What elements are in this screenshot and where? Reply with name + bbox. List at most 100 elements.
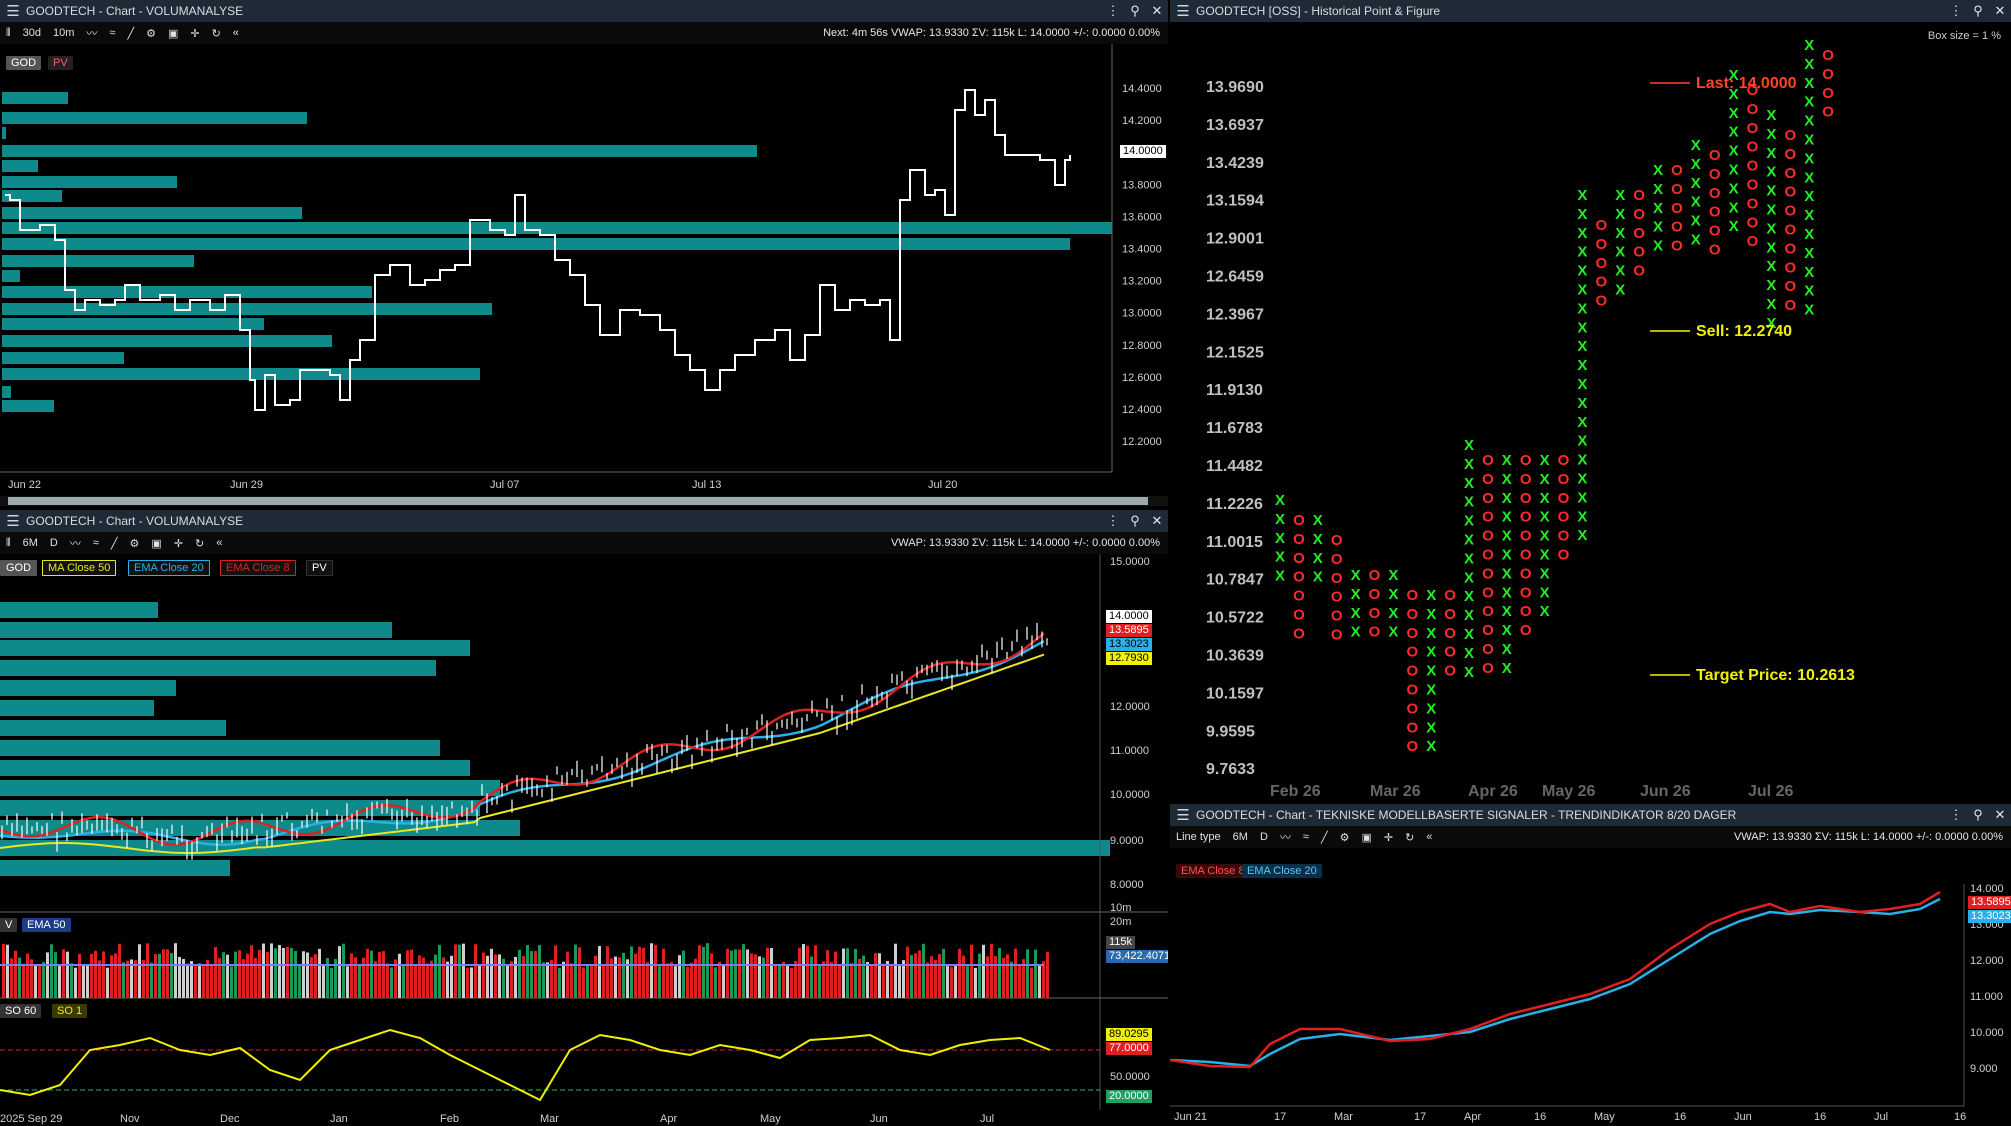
pf-x-mark: X [1729,105,1739,122]
volume-bar [794,961,797,998]
volume-bar [218,957,221,998]
volume-bar [74,967,77,998]
pf-x-mark: X [1766,202,1776,219]
volume-bar [282,948,285,998]
volume-bar [466,967,469,998]
volume-bar [82,965,85,998]
volume-bar [666,963,669,998]
volume-ema-tag[interactable]: EMA 50 [22,918,71,932]
volume-profile-bar [2,255,194,267]
pf-x-mark: X [1615,244,1625,261]
pf-x-mark: X [1804,226,1814,243]
volume-bar [714,967,717,998]
volume-bar [918,950,921,998]
volume-bar [230,966,233,998]
time-tick-label: Jul [1874,1111,1888,1123]
volume-bar [274,948,277,998]
volume-bar [898,964,901,998]
time-tick-label: May [1594,1111,1615,1123]
volume-bar [22,963,25,998]
pf-price-label: 11.0015 [1206,534,1263,551]
volume-bar [498,954,501,998]
trend-indicator-chart[interactable]: 14.00013.00012.00011.00010.0009.000Jun 2… [1170,804,2011,1126]
volume-bar [878,953,881,998]
pf-x-mark: X [1766,239,1776,256]
pf-x-mark: X [1804,169,1814,186]
volume-bar [830,962,833,998]
volume-bar [646,962,649,998]
volume-tag[interactable]: V [0,918,18,932]
pf-o-mark: O [1784,165,1796,182]
pf-o-mark: O [1406,644,1418,661]
ema20-line [1170,897,1941,1068]
pf-x-mark: X [1766,107,1776,124]
pf-o-mark: O [1482,490,1494,507]
pf-x-mark: X [1653,238,1663,255]
pf-x-mark: X [1691,175,1701,192]
volume-bar [642,947,645,998]
pf-month-label: May 26 [1542,783,1595,800]
volume-bar [278,945,281,998]
volume-profile-bar [2,222,1112,234]
volume-profile-bar [2,270,20,282]
volume-bar [730,950,733,998]
volume-profile-bar [2,318,264,330]
volume-bar [602,965,605,998]
volume-bar [270,943,273,998]
volume-bar [750,953,753,998]
volume-bar [398,953,401,998]
volume-bar [530,951,533,998]
volume-bar [210,966,213,998]
pf-x-mark: X [1577,187,1587,204]
point-figure-panel: ☰ GOODTECH [OSS] - Historical Point & Fi… [1170,0,2011,802]
pf-o-mark: O [1444,663,1456,680]
volume-bar [338,946,341,998]
price-tick-label: 13.8000 [1122,179,1162,191]
point-figure-chart[interactable]: 13.9690 13.6937 13.4239 13.1594 12.9001 12.64… [1170,0,2011,802]
volume-bar [890,964,893,998]
volume-bar [422,957,425,998]
pf-x-mark: X [1540,584,1550,601]
volume-profile-bar [2,145,757,157]
volume-bar [966,964,969,998]
pf-month-label: Feb 26 [1270,783,1321,800]
stoch-so1-tag[interactable]: SO 1 [52,1004,88,1018]
volume-bar [670,962,673,998]
pf-x-mark: X [1464,513,1474,530]
volume-profile-bar [0,680,176,696]
time-tick-label: 16 [1954,1111,1966,1123]
volume-bar [378,952,381,998]
pf-x-mark: X [1577,300,1587,317]
pf-o-mark: O [1406,663,1418,680]
pf-x-mark: X [1804,94,1814,111]
pf-x-mark: X [1804,56,1814,73]
volume-bar [758,956,761,998]
stoch-so60-tag[interactable]: SO 60 [0,1004,42,1018]
pf-o-mark: O [1331,532,1343,549]
pf-price-label: 12.6459 [1206,269,1264,286]
pf-x-mark: X [1729,143,1739,160]
pf-o-mark: O [1747,120,1759,137]
volume-bar [698,945,701,998]
volume-bar [838,965,841,998]
volume-bar [478,965,481,998]
volume-bar [34,965,37,998]
pf-x-mark: X [1275,511,1285,528]
pf-o-mark: O [1671,219,1683,236]
pf-o-mark: O [1482,603,1494,620]
pf-x-mark: X [1577,282,1587,299]
time-tick-label: Jun 22 [8,479,41,491]
volume-bar [414,964,417,998]
volume-bar [158,953,161,998]
pf-o-mark: O [1369,605,1381,622]
pf-o-mark: O [1671,162,1683,179]
time-tick-label: Apr [1464,1111,1481,1123]
pf-x-mark: X [1766,126,1776,143]
volume-bar [54,952,57,998]
volume-bar [686,966,689,998]
pf-x-mark: X [1464,588,1474,605]
intraday-price-chart[interactable]: 14.4000 14.2000 14.0000 13.8000 13.6000 13.40… [0,0,1168,508]
daily-price-chart[interactable]: 15.0000 14.0000 12.0000 11.0000 10.0000 9.000… [0,510,1168,1126]
volume-bar [954,964,957,998]
volume-bar [114,953,117,998]
